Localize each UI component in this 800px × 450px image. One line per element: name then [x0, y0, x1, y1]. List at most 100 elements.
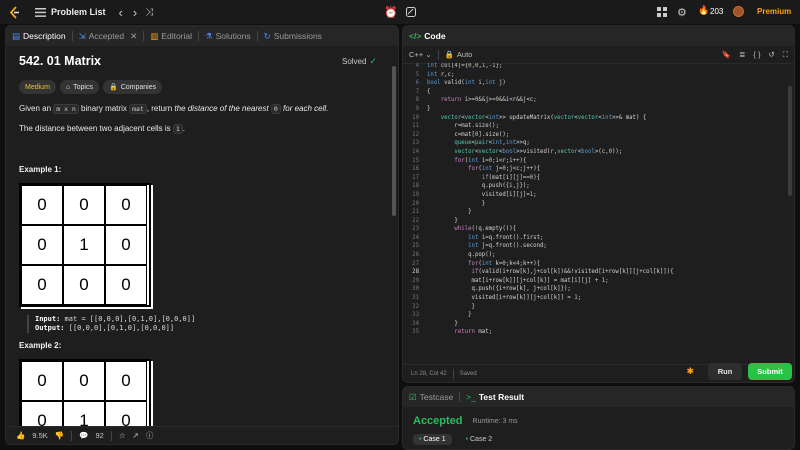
code-line[interactable]: 26 q.pop();	[403, 252, 794, 261]
code-line[interactable]: 33 }	[403, 312, 794, 321]
mode-label[interactable]: Auto	[457, 50, 472, 59]
case-2-tab[interactable]: • Case 2	[460, 434, 499, 445]
avatar[interactable]	[733, 6, 744, 17]
premium-link[interactable]: Premium	[757, 7, 791, 16]
line-number: 9	[415, 105, 419, 112]
code-line[interactable]: 28 if(valid(i+row[k],j+col[k])&&!visited…	[403, 269, 794, 278]
tab-solutions[interactable]: ⚗ Solutions	[199, 26, 257, 46]
tab-description[interactable]: ▤ Description	[6, 26, 72, 46]
format-icon[interactable]: ≣	[739, 50, 745, 60]
comment-icon[interactable]: 💬	[79, 431, 88, 440]
code-line[interactable]: 29 mat[i+row[k]][j+col[k]] = mat[i][j] +…	[403, 278, 794, 287]
run-button[interactable]: Run	[708, 362, 742, 380]
line-text: for(int j=0;j<c;j++){	[468, 166, 541, 173]
code-line[interactable]: 17 if(mat[i][j]==0){	[403, 175, 794, 184]
layout-grid-icon[interactable]	[657, 3, 667, 21]
star-icon[interactable]: ☆	[119, 431, 126, 440]
matrix-cell: 0	[105, 361, 147, 401]
code-line[interactable]: 12 c=mat[0].size();	[403, 132, 794, 141]
tab-test-result[interactable]: >_ Test Result	[460, 387, 530, 407]
code-line[interactable]: 24 int i=q.front().first;	[403, 235, 794, 244]
scrollbar-thumb[interactable]	[392, 66, 396, 216]
tab-code[interactable]: </> Code	[403, 26, 452, 46]
code-line[interactable]: 32 }	[403, 304, 794, 313]
notes-icon[interactable]	[406, 3, 416, 21]
fullscreen-icon[interactable]: ⛶	[783, 50, 788, 60]
line-text: if(mat[i][j]==0){	[481, 174, 541, 181]
problem-statement: Given an m x n binary matrix mat, return…	[19, 104, 329, 114]
tab-accepted[interactable]: ⇲ Accepted ✕	[73, 26, 144, 46]
line-text: }	[427, 105, 431, 112]
difficulty-badge[interactable]: Medium	[19, 80, 56, 94]
tab-testcase[interactable]: ☑ Testcase	[403, 387, 459, 407]
share-icon[interactable]: ↗	[133, 431, 139, 440]
problem-list-icon[interactable]	[35, 3, 46, 21]
line-text: visited[i][j]=1;	[427, 191, 537, 198]
companies-tag[interactable]: 🔒 Companies	[102, 80, 163, 94]
code-line[interactable]: 35 return mat;	[403, 329, 794, 338]
shuffle-icon[interactable]: ⤨	[145, 3, 153, 21]
code-line[interactable]: 14 vector<vector<bool>>visited(r,vector<…	[403, 149, 794, 158]
settings-gear-icon[interactable]: ⚙	[677, 3, 687, 21]
code-editor[interactable]: 4 int col[4]={0,0,1,-1}; 5 int r,c; 6 bool va…	[403, 63, 794, 364]
line-text: return mat;	[454, 329, 493, 336]
line-number: 10	[412, 114, 419, 121]
code-line[interactable]: 20 }	[403, 201, 794, 210]
line-number: 18	[412, 183, 419, 190]
code-line[interactable]: 9}	[403, 106, 794, 115]
bookmark-icon[interactable]: 🔖	[722, 50, 731, 60]
code-line[interactable]: 16 for(int j=0;j<c;j++){	[403, 166, 794, 175]
matrix-cell: 0	[21, 265, 63, 305]
code-line[interactable]: 15 for(int i=0;i<r;i++){	[403, 158, 794, 167]
pass-dot-icon: •	[419, 436, 422, 443]
description-scrollbar[interactable]	[391, 48, 397, 424]
close-tab-icon[interactable]: ✕	[130, 31, 137, 42]
code-line[interactable]: 23 while(!q.empty()){	[403, 226, 794, 235]
reset-icon[interactable]: ↺	[768, 50, 774, 60]
problem-title-row: 542. 01 Matrix Solved ✓	[19, 54, 377, 68]
tab-submissions[interactable]: ↻ Submissions	[258, 26, 328, 46]
editor-scrollbar-thumb[interactable]	[788, 86, 792, 196]
language-select[interactable]: C++ ⌄	[409, 50, 432, 59]
debug-icon[interactable]: ✱	[686, 366, 694, 377]
topics-tag[interactable]: ⌂ Topics	[59, 80, 99, 94]
code-line[interactable]: 22 }	[403, 218, 794, 227]
code-line[interactable]: 25 int j=q.front().second;	[403, 243, 794, 252]
like-icon[interactable]: 👍	[16, 431, 25, 440]
dislike-icon[interactable]: 👎	[55, 431, 64, 440]
like-count[interactable]: 9.5K	[32, 431, 47, 440]
code-line[interactable]: 10 vector<vector<int>> updateMatrix(vect…	[403, 115, 794, 124]
code-line[interactable]: 34 }	[403, 321, 794, 330]
comment-count[interactable]: 92	[95, 431, 103, 440]
code-line[interactable]: 13 queue<pair<int,int>>q;	[403, 140, 794, 149]
leetcode-logo[interactable]	[7, 5, 21, 19]
code-line[interactable]: 30 q.push({i+row[k], j+col[k]});	[403, 286, 794, 295]
streak-count[interactable]: 203	[710, 7, 723, 16]
line-number: 4	[415, 63, 419, 69]
problem-list-link[interactable]: Problem List	[51, 7, 106, 17]
line-number: 32	[412, 303, 419, 310]
help-icon[interactable]: ⓘ	[146, 430, 154, 441]
next-problem-icon[interactable]: ›	[133, 3, 137, 21]
code-line[interactable]: 18 q.push({i,j});	[403, 183, 794, 192]
code-line[interactable]: 11 r=mat.size();	[403, 123, 794, 132]
editor-scrollbar[interactable]	[787, 66, 793, 362]
timer-icon[interactable]: ⏰	[384, 3, 398, 21]
code-line[interactable]: 8 return i>=0&&j>=0&&i<r&&j<c;	[403, 97, 794, 106]
code-line[interactable]: 19 visited[i][j]=1;	[403, 192, 794, 201]
code-line[interactable]: 6 bool valid(int i,int j)	[403, 80, 794, 89]
code-line[interactable]: 5 int r,c;	[403, 72, 794, 81]
submit-button[interactable]: Submit	[748, 362, 792, 380]
braces-icon[interactable]: { }	[753, 50, 760, 60]
code-line[interactable]: 21 }	[403, 209, 794, 218]
code-line[interactable]: 7{	[403, 89, 794, 98]
code-line[interactable]: 4 int col[4]={0,0,1,-1};	[403, 63, 794, 72]
line-number: 25	[412, 243, 419, 250]
tab-editorial[interactable]: ▥ Editorial	[144, 26, 198, 46]
prev-problem-icon[interactable]: ‹	[119, 3, 123, 21]
line-text: q.push({i,j});	[427, 183, 530, 190]
code-line[interactable]: 31 visited[i+row[k]][j+col[k]] = 1;	[403, 295, 794, 304]
matrix-cell: 1	[63, 225, 105, 265]
case-1-tab[interactable]: • Case 1	[413, 434, 452, 445]
code-line[interactable]: 27 for(int k=0;k<4;k++){	[403, 261, 794, 270]
